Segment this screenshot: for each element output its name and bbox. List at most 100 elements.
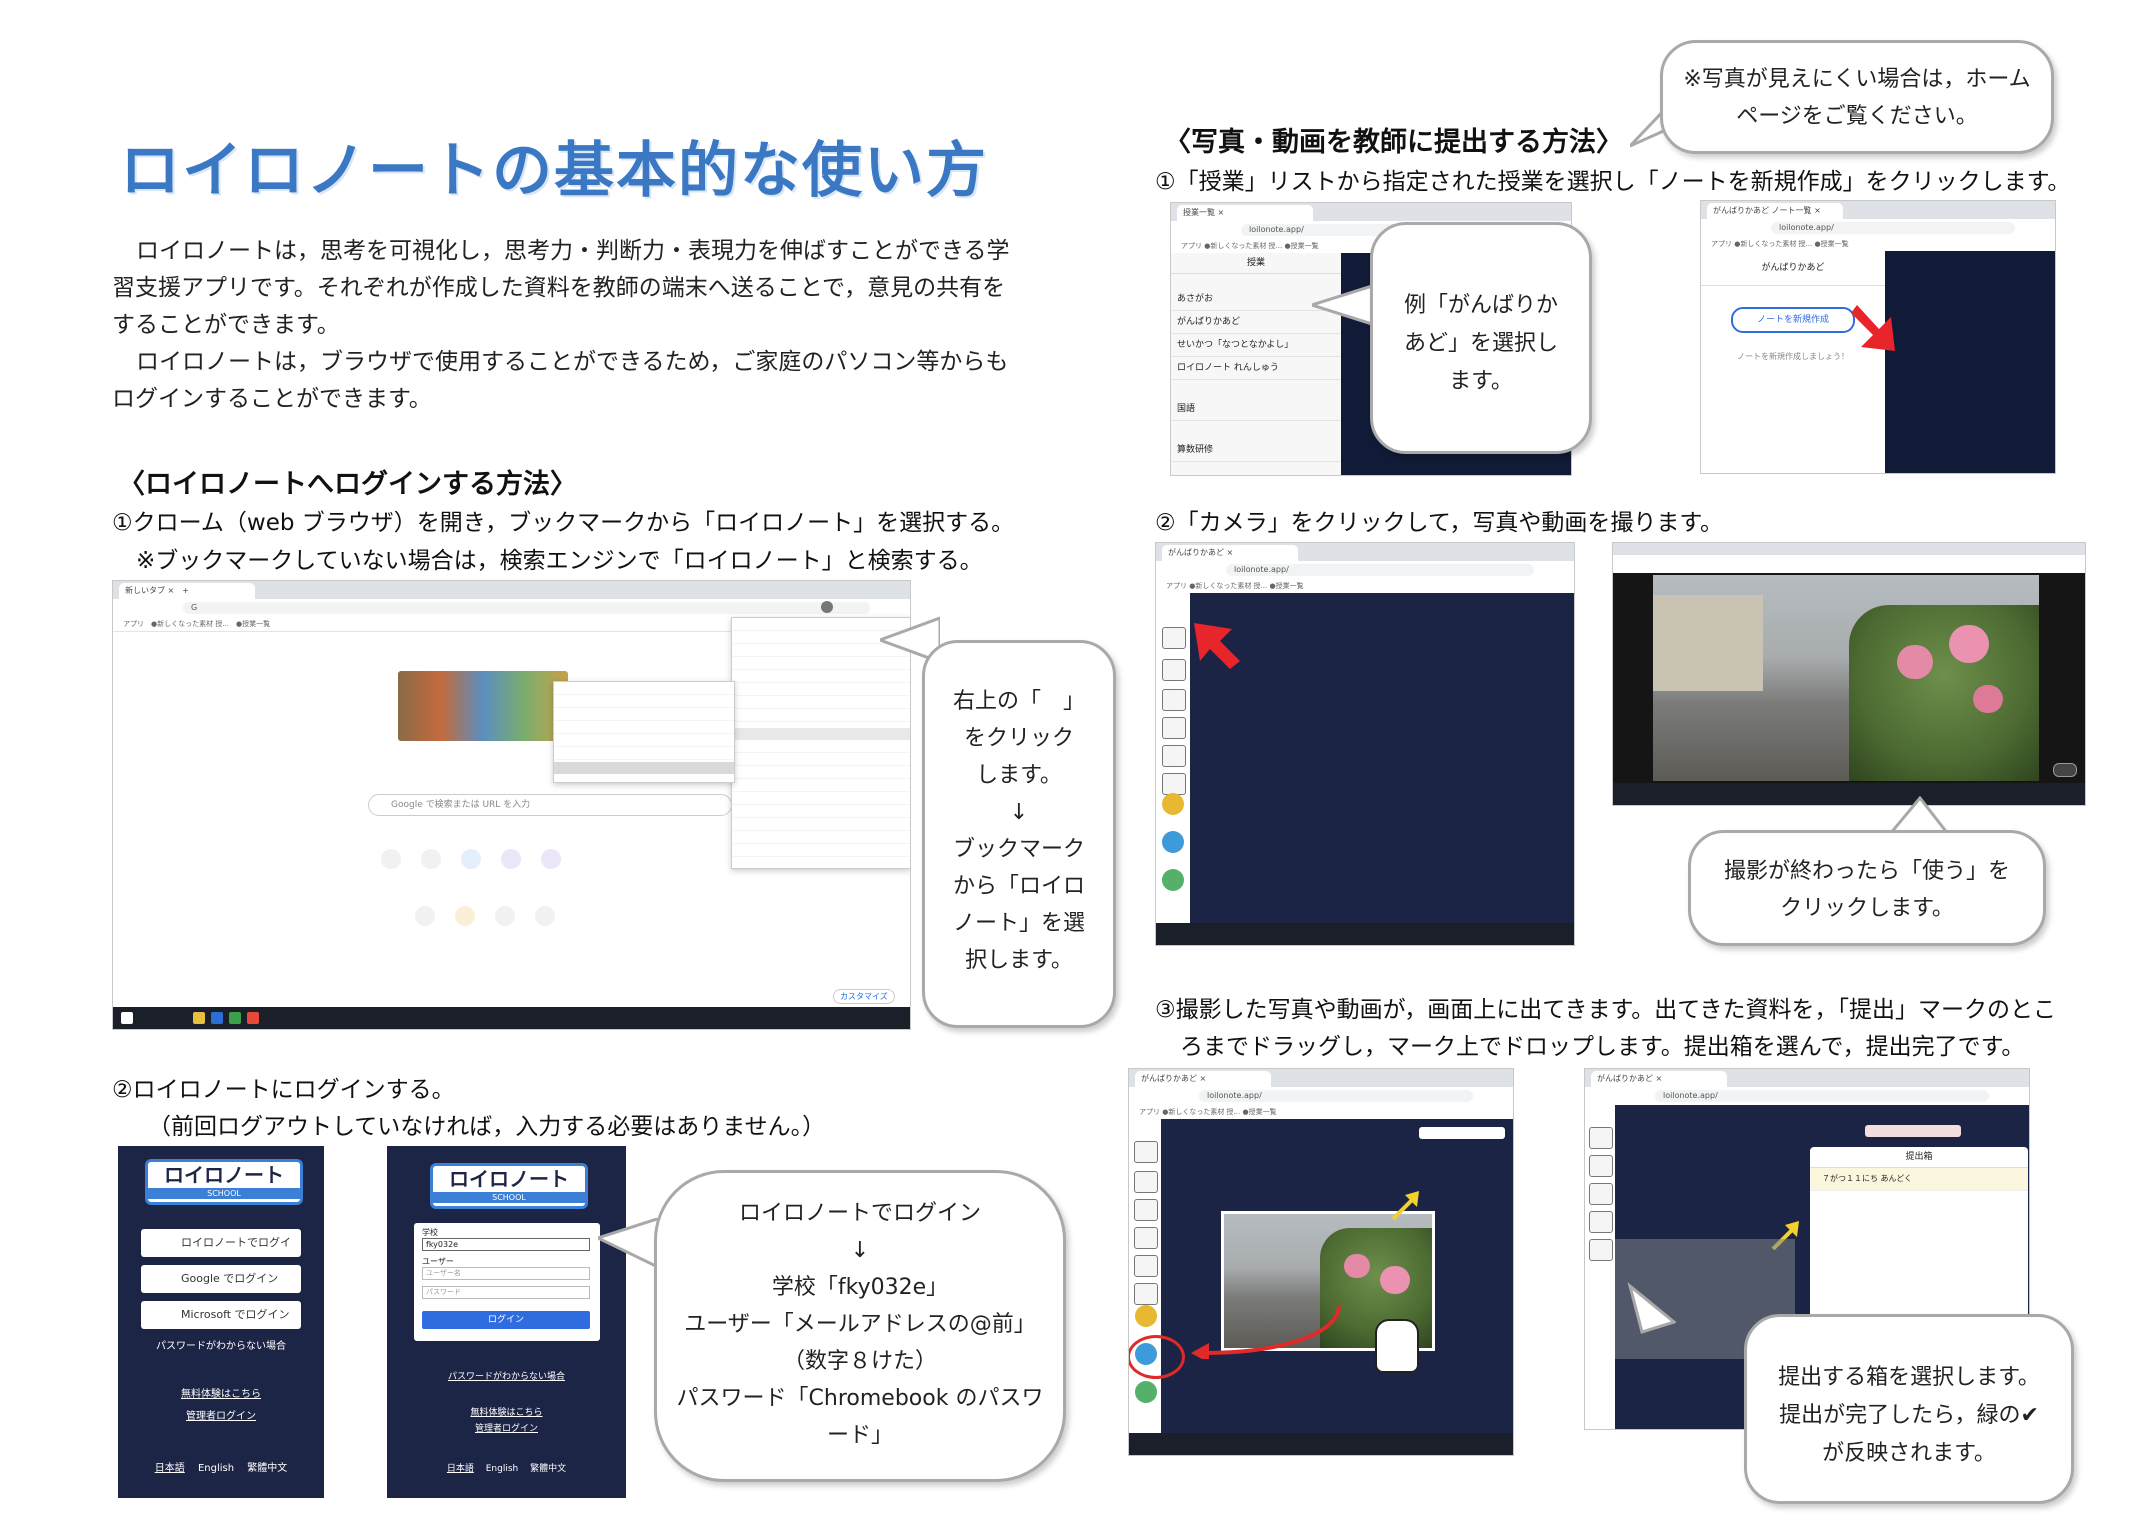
text-icon[interactable] (1589, 1155, 1613, 1177)
new-note-screenshot: がんばりかあど ノート一覧 × loilonote.app/ アプリ ●新しくな… (1700, 200, 2056, 474)
example-bubble: 例「がんばりか あど」を選択し ます。 (1370, 222, 1592, 454)
bubble-line: ます。 (1449, 369, 1513, 394)
text-icon[interactable] (1134, 1171, 1158, 1193)
materials-icon[interactable] (1135, 1305, 1157, 1327)
google-login-button[interactable]: Google でログイン (141, 1265, 301, 1293)
bubble-line: ード」 (826, 1423, 893, 1448)
login-step1: ①クローム（web ブラウザ）を開き，ブックマークから「ロイロノート」を選択する… (112, 510, 1015, 536)
image-icon[interactable] (1162, 717, 1186, 739)
login-heading: 〈ロイロノートへログインする方法〉 (118, 469, 577, 500)
card-icon[interactable] (1162, 745, 1186, 767)
intro-paragraph: ロイロノートは，思考を可視化し，思考力・判断力・表現力を伸ばすことができる学 習… (112, 233, 1032, 418)
trial-link[interactable]: 無料体験はこちら (388, 1405, 625, 1418)
admin-link[interactable]: 管理者ログイン (388, 1421, 625, 1434)
admin-link[interactable]: 管理者ログイン (119, 1407, 323, 1422)
chrome-menu-icon[interactable] (821, 601, 833, 613)
class-item[interactable]: せいかつ「なつとなかよし」 (1171, 334, 1341, 357)
class-item[interactable]: 算数研修 (1171, 439, 1341, 462)
bubble-line: 提出する箱を選択します。 (1778, 1365, 2040, 1390)
forgot-link[interactable]: パスワードがわからない場合 (119, 1337, 323, 1352)
bubble-line: ロイロノートでログイン (738, 1201, 981, 1226)
hand-cursor-icon (1375, 1319, 1419, 1373)
new-note-button[interactable]: ノートを新規作成 (1731, 307, 1855, 333)
image-icon[interactable] (1134, 1227, 1158, 1249)
bubble-line: 撮影が終わったら「使う」を (1723, 859, 2010, 884)
bubble-line: あど」を選択し (1403, 331, 1558, 356)
submit-box-item[interactable]: ７がつ１１にち あんどく (1810, 1168, 2028, 1191)
class-item[interactable]: 国語 (1171, 398, 1341, 421)
class-item[interactable]: ロイロノート れんしゅう (1171, 357, 1341, 380)
customize-button[interactable]: カスタマイズ (833, 989, 895, 1004)
red-arrow-icon (1851, 305, 1895, 351)
web-icon[interactable] (1134, 1199, 1158, 1221)
login-step2: ②ロイロノートにログインする。 (112, 1077, 455, 1103)
photo (1653, 575, 2039, 781)
camera-icon[interactable] (1162, 627, 1186, 649)
materials-icon[interactable] (1162, 793, 1184, 815)
search-input[interactable]: Google で検索または URL を入力 (368, 794, 732, 816)
loilo-logo: ロイロノート SCHOOL (145, 1159, 303, 1205)
class-list-title: 授業 (1171, 253, 1341, 274)
lang-ja[interactable]: 日本語 (447, 1464, 474, 1474)
loilo-login-button[interactable]: ロイロノートでログイン (141, 1229, 301, 1277)
submit-icon[interactable] (1162, 831, 1184, 853)
user-input[interactable]: ユーザー名 (422, 1267, 590, 1280)
camera-icon[interactable] (1134, 1141, 1158, 1163)
shortcut-row (415, 906, 575, 946)
submit-step2: ②「カメラ」をクリックして，写真や動画を撮ります。 (1155, 510, 1724, 536)
login-button[interactable]: ログイン (422, 1311, 590, 1329)
bubble-line: ユーザー「メールアドレスの@前」 (684, 1312, 1036, 1337)
user-label: ユーザー (422, 1257, 454, 1266)
bubble-line: 例「がんばりか (1403, 293, 1558, 318)
bubble-line: 右上の「 」 (952, 689, 1085, 714)
menu-bubble: 右上の「 」 をクリック します。 ↓ ブックマーク から「ロイロ ノート」を選… (922, 640, 1116, 1028)
lang-en[interactable]: English (486, 1464, 519, 1474)
web-icon[interactable] (1162, 689, 1186, 711)
lang-en[interactable]: English (198, 1463, 234, 1474)
taskbar (1129, 1433, 1513, 1455)
school-input[interactable]: fky032e (422, 1238, 590, 1251)
login-bubble: ロイロノートでログイン ↓ 学校「fky032e」 ユーザー「メールアドレスの@… (654, 1170, 1066, 1482)
bubble-line: ↓ (1009, 800, 1029, 825)
send-icon[interactable] (1135, 1381, 1157, 1403)
use-button[interactable] (2053, 763, 2077, 777)
school-label: 学校 (422, 1228, 438, 1237)
text-icon[interactable] (1162, 659, 1186, 681)
bubble-line: クリックします。 (1780, 896, 1954, 921)
lang-zh[interactable]: 繁體中文 (247, 1463, 287, 1474)
submit-panel-title: 提出箱 (1810, 1147, 2028, 1168)
intro-line: ログインすることができます。 (112, 386, 432, 412)
language-switcher: 日本語 English 繁體中文 (388, 1461, 625, 1474)
camera-icon[interactable] (1589, 1127, 1613, 1149)
forgot-link[interactable]: パスワードがわからない場合 (388, 1369, 625, 1382)
intro-line: ロイロノートは，ブラウザで使用することができるため，ご家庭のパソコン等からも (136, 349, 1009, 375)
bubble-line: が反映されます。 (1822, 1441, 1996, 1466)
web-icon[interactable] (1589, 1183, 1613, 1205)
photo-preview-screenshot (1612, 542, 2086, 806)
search-icon[interactable] (1134, 1283, 1158, 1305)
card-icon[interactable] (1134, 1255, 1158, 1277)
submit-step3-line1: ③撮影した写真や動画が，画面上に出てきます。出てきた資料を，「提出」マークのとこ (1155, 997, 2057, 1023)
bubble-line: 択します。 (965, 948, 1073, 973)
submit-highlight (1129, 1335, 1185, 1379)
note-panel-title: がんばりかあど (1701, 251, 1885, 286)
language-switcher: 日本語 English 繁體中文 (119, 1459, 323, 1474)
drag-arrow-icon (1191, 1304, 1341, 1359)
bubble-tail (1312, 284, 1372, 326)
taskbar (1613, 783, 2085, 805)
bubble-line: 学校「fky032e」 (771, 1275, 949, 1300)
lang-zh[interactable]: 繁體中文 (530, 1464, 566, 1474)
camera-screenshot: がんばりかあど × loilonote.app/ アプリ ●新しくなった素材 授… (1155, 542, 1575, 946)
lang-ja[interactable]: 日本語 (155, 1463, 185, 1474)
login-form: 学校 fky032e ユーザー ユーザー名 パスワード ログイン (414, 1223, 600, 1341)
note-panel: がんばりかあど ノートを新規作成 ノートを新規作成しましょう！ (1701, 251, 1885, 473)
card-icon[interactable] (1589, 1239, 1613, 1261)
send-icon[interactable] (1162, 869, 1184, 891)
login-step2-note: （前回ログアウトしていなければ，入力する必要はありません。） (148, 1114, 826, 1140)
password-input[interactable]: パスワード (422, 1286, 590, 1299)
submit-box-bubble: 提出する箱を選択します。 提出が完了したら，緑の✔ が反映されます。 (1744, 1314, 2074, 1504)
image-icon[interactable] (1589, 1211, 1613, 1233)
search-icon[interactable] (1162, 773, 1186, 795)
microsoft-login-button[interactable]: Microsoft でログイン (141, 1301, 301, 1329)
trial-link[interactable]: 無料体験はこちら (119, 1385, 323, 1400)
